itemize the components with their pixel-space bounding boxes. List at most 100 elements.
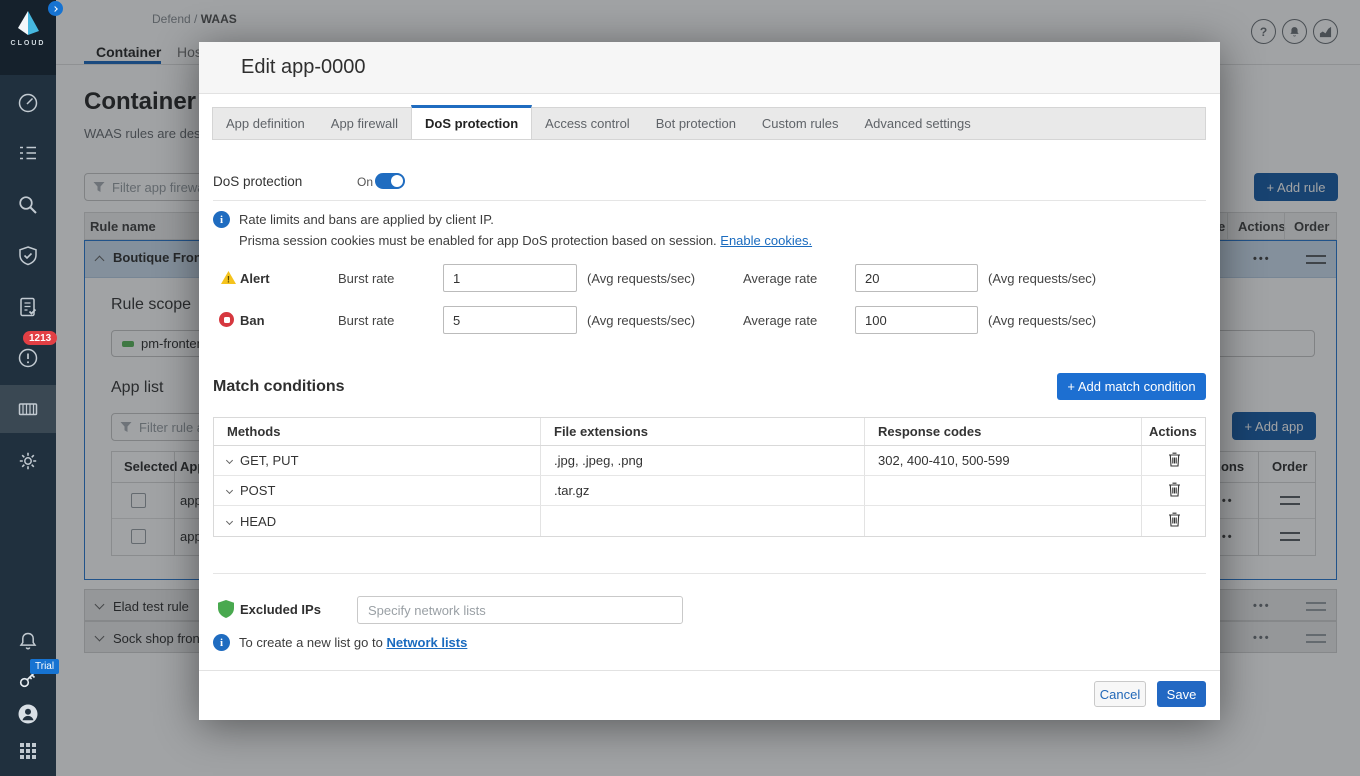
file-extensions-value: .tar.gz xyxy=(541,476,865,505)
sidebar-item-profile[interactable] xyxy=(17,703,39,725)
methods-value: POST xyxy=(240,483,275,498)
chevron-down-icon[interactable] xyxy=(226,487,233,494)
gauge-icon xyxy=(17,92,39,114)
sidebar-item-compliance[interactable] xyxy=(17,296,39,318)
user-icon xyxy=(17,703,39,725)
dos-protection-label: DoS protection xyxy=(213,174,302,189)
alerts-count-badge: 1213 xyxy=(23,331,57,345)
ban-average-rate-input[interactable] xyxy=(855,306,978,334)
match-condition-row: HEAD xyxy=(214,506,1205,536)
gear-icon xyxy=(17,450,39,472)
trash-icon xyxy=(1168,482,1181,497)
sidebar-item-containers[interactable] xyxy=(17,398,39,420)
ban-icon xyxy=(219,312,234,327)
container-icon xyxy=(17,398,39,420)
trash-icon xyxy=(1168,512,1181,527)
match-condition-row: POST .tar.gz xyxy=(214,476,1205,506)
alert-circle-icon xyxy=(17,347,39,369)
col-response-codes: Response codes xyxy=(865,418,1142,445)
modal-header: Edit app-0000 xyxy=(199,42,1220,94)
tab-app-firewall[interactable]: App firewall xyxy=(318,108,411,139)
sidebar-item-inventory[interactable] xyxy=(17,142,39,164)
sidebar-item-defend[interactable] xyxy=(17,245,39,267)
add-match-condition-button[interactable]: + Add match condition xyxy=(1057,373,1206,400)
burst-rate-label: Burst rate xyxy=(338,271,394,286)
excluded-ips-label: Excluded IPs xyxy=(240,602,321,617)
tab-bot-protection[interactable]: Bot protection xyxy=(643,108,749,139)
network-lists-info: To create a new list go to Network lists xyxy=(239,635,467,650)
edit-app-modal: Edit app-0000 App definition App firewal… xyxy=(199,42,1220,720)
modal-tab-bar: App definition App firewall DoS protecti… xyxy=(212,107,1206,140)
sidebar-item-notifications[interactable] xyxy=(17,630,39,652)
trial-badge: Trial xyxy=(30,659,59,674)
logo-label: CLOUD xyxy=(11,40,46,47)
divider xyxy=(199,670,1220,671)
tab-access-control[interactable]: Access control xyxy=(532,108,643,139)
tab-dos-protection[interactable]: DoS protection xyxy=(411,105,532,139)
col-actions: Actions xyxy=(1142,418,1207,445)
file-extensions-value: .jpg, .jpeg, .png xyxy=(541,446,865,475)
response-codes-value xyxy=(865,506,1142,536)
shield-icon xyxy=(218,600,234,618)
sidebar-item-settings[interactable] xyxy=(17,450,39,472)
tab-advanced-settings[interactable]: Advanced settings xyxy=(852,108,984,139)
dos-protection-toggle[interactable] xyxy=(375,173,405,189)
burst-rate-label: Burst rate xyxy=(338,313,394,328)
burst-rate-unit: (Avg requests/sec) xyxy=(587,313,695,328)
chevron-right-icon xyxy=(52,6,58,12)
alert-label: Alert xyxy=(240,271,270,286)
average-rate-unit: (Avg requests/sec) xyxy=(988,271,1096,286)
checklist-icon xyxy=(17,142,39,164)
info-icon: i xyxy=(213,211,230,228)
grid-icon xyxy=(17,740,39,762)
divider xyxy=(213,200,1206,201)
svg-text:!: ! xyxy=(227,274,230,285)
prisma-logo-icon xyxy=(13,9,43,37)
trash-icon xyxy=(1168,452,1181,467)
sidebar-item-dashboard[interactable] xyxy=(17,92,39,114)
chevron-down-icon[interactable] xyxy=(226,517,233,524)
delete-row-button[interactable] xyxy=(1166,510,1183,532)
match-conditions-table: Methods File extensions Response codes A… xyxy=(213,417,1206,537)
methods-value: HEAD xyxy=(240,514,276,529)
ban-burst-rate-input[interactable] xyxy=(443,306,577,334)
tab-app-definition[interactable]: App definition xyxy=(213,108,318,139)
response-codes-value: 302, 400-410, 500-599 xyxy=(865,446,1142,475)
modal-title: Edit app-0000 xyxy=(241,56,366,79)
col-methods: Methods xyxy=(214,418,541,445)
tab-custom-rules[interactable]: Custom rules xyxy=(749,108,852,139)
alert-burst-rate-input[interactable] xyxy=(443,264,577,292)
match-conditions-header: Methods File extensions Response codes A… xyxy=(214,418,1205,446)
match-condition-row: GET, PUT .jpg, .jpeg, .png 302, 400-410,… xyxy=(214,446,1205,476)
col-file-extensions: File extensions xyxy=(541,418,865,445)
sidebar-item-search[interactable] xyxy=(17,194,39,216)
delete-row-button[interactable] xyxy=(1166,480,1183,502)
excluded-ips-input[interactable] xyxy=(357,596,683,624)
sidebar-expand-button[interactable] xyxy=(48,1,63,16)
bell-icon xyxy=(17,630,39,652)
save-button[interactable]: Save xyxy=(1157,681,1206,707)
burst-rate-unit: (Avg requests/sec) xyxy=(587,271,695,286)
delete-row-button[interactable] xyxy=(1166,450,1183,472)
sidebar: CLOUD 1213 Trial xyxy=(0,0,56,776)
divider xyxy=(213,573,1206,574)
document-check-icon xyxy=(17,296,39,318)
info-icon: i xyxy=(213,634,230,651)
app-root: Defend / WAAS ? Container Host Container… xyxy=(0,0,1360,776)
network-lists-link[interactable]: Network lists xyxy=(386,635,467,650)
sidebar-item-alerts[interactable] xyxy=(17,347,39,369)
enable-cookies-link[interactable]: Enable cookies. xyxy=(720,233,812,248)
shield-check-icon xyxy=(17,245,39,267)
chevron-down-icon[interactable] xyxy=(226,457,233,464)
average-rate-label: Average rate xyxy=(743,271,817,286)
info-line-2: Prisma session cookies must be enabled f… xyxy=(239,233,812,248)
methods-value: GET, PUT xyxy=(240,453,299,468)
sidebar-item-apps[interactable] xyxy=(17,740,39,762)
average-rate-unit: (Avg requests/sec) xyxy=(988,313,1096,328)
file-extensions-value xyxy=(541,506,865,536)
alert-average-rate-input[interactable] xyxy=(855,264,978,292)
warning-icon: ! xyxy=(220,270,237,285)
cancel-button[interactable]: Cancel xyxy=(1094,681,1146,707)
average-rate-label: Average rate xyxy=(743,313,817,328)
toggle-state-label: On xyxy=(357,175,373,189)
